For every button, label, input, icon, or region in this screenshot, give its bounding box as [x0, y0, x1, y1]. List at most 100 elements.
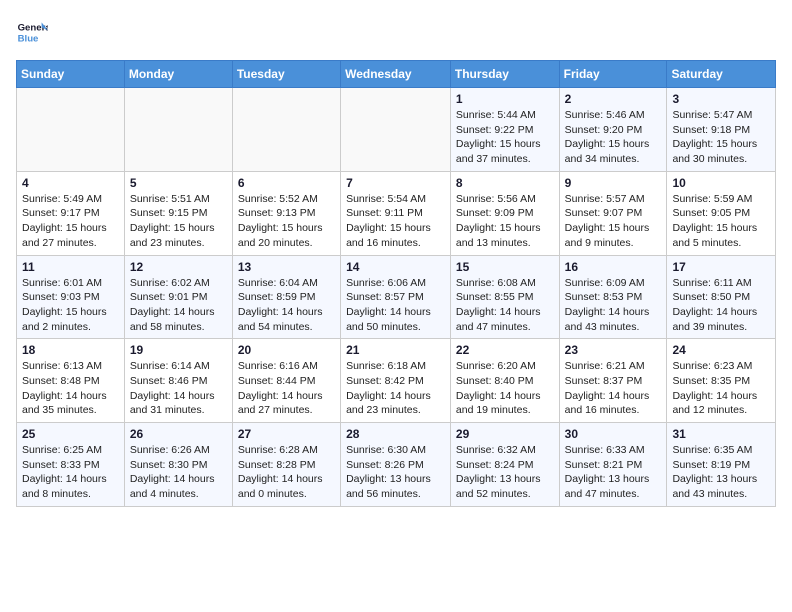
calendar-day-cell: 25Sunrise: 6:25 AMSunset: 8:33 PMDayligh…: [17, 423, 125, 507]
day-number: 17: [672, 260, 770, 274]
calendar-day-cell: [232, 88, 340, 172]
day-info: Sunrise: 5:44 AMSunset: 9:22 PMDaylight:…: [456, 108, 554, 167]
calendar-week-row: 11Sunrise: 6:01 AMSunset: 9:03 PMDayligh…: [17, 255, 776, 339]
page-header: General Blue: [16, 16, 776, 48]
day-number: 27: [238, 427, 335, 441]
calendar-day-cell: 15 Sunrise: 6:08 AMSunset: 8:55 PMDayligh…: [450, 255, 559, 339]
day-number: 13: [238, 260, 335, 274]
day-info: Sunrise: 6:20 AMSunset: 8:40 PMDaylight:…: [456, 359, 554, 418]
day-number: 16: [565, 260, 662, 274]
day-number: 30: [565, 427, 662, 441]
day-info: Sunrise: 5:52 AMSunset: 9:13 PMDaylight:…: [238, 192, 335, 251]
day-info: Sunrise: 5:51 AMSunset: 9:15 PMDaylight:…: [130, 192, 227, 251]
day-number: 12: [130, 260, 227, 274]
day-number: 7: [346, 176, 445, 190]
day-info: Sunrise: 6:13 AMSunset: 8:48 PMDaylight:…: [22, 359, 119, 418]
day-number: 22: [456, 343, 554, 357]
calendar-table: SundayMondayTuesdayWednesdayThursdayFrid…: [16, 60, 776, 507]
day-info: Sunrise: 6:04 AMSunset: 8:59 PMDaylight:…: [238, 276, 335, 335]
day-info: Sunrise: 5:54 AMSunset: 9:11 PMDaylight:…: [346, 192, 445, 251]
weekday-header-tuesday: Tuesday: [232, 61, 340, 88]
day-number: 6: [238, 176, 335, 190]
day-number: 10: [672, 176, 770, 190]
calendar-day-cell: 12 Sunrise: 6:02 AMSunset: 9:01 PMDayligh…: [124, 255, 232, 339]
weekday-header-monday: Monday: [124, 61, 232, 88]
calendar-day-cell: 20 Sunrise: 6:16 AMSunset: 8:44 PMDayligh…: [232, 339, 340, 423]
calendar-day-cell: [17, 88, 125, 172]
day-number: 26: [130, 427, 227, 441]
day-number: 8: [456, 176, 554, 190]
calendar-day-cell: 14Sunrise: 6:06 AMSunset: 8:57 PMDayligh…: [341, 255, 451, 339]
day-info: Sunrise: 6:33 AMSunset: 8:21 PMDaylight:…: [565, 443, 662, 502]
calendar-day-cell: 19 Sunrise: 6:14 AMSunset: 8:46 PMDayligh…: [124, 339, 232, 423]
day-info: Sunrise: 6:32 AMSunset: 8:24 PMDaylight:…: [456, 443, 554, 502]
day-number: 21: [346, 343, 445, 357]
day-info: Sunrise: 5:57 AMSunset: 9:07 PMDaylight:…: [565, 192, 662, 251]
day-number: 24: [672, 343, 770, 357]
calendar-day-cell: 29 Sunrise: 6:32 AMSunset: 8:24 PMDayligh…: [450, 423, 559, 507]
day-number: 3: [672, 92, 770, 106]
day-info: Sunrise: 6:01 AMSunset: 9:03 PMDaylight:…: [22, 276, 119, 335]
calendar-week-row: 18 Sunrise: 6:13 AMSunset: 8:48 PMDayligh…: [17, 339, 776, 423]
calendar-day-cell: 26Sunrise: 6:26 AMSunset: 8:30 PMDayligh…: [124, 423, 232, 507]
svg-text:Blue: Blue: [18, 34, 39, 45]
weekday-header-friday: Friday: [559, 61, 667, 88]
calendar-week-row: 4Sunrise: 5:49 AMSunset: 9:17 PMDaylight…: [17, 171, 776, 255]
calendar-day-cell: 3 Sunrise: 5:47 AMSunset: 9:18 PMDaylight…: [667, 88, 776, 172]
calendar-day-cell: 31 Sunrise: 6:35 AMSunset: 8:19 PMDayligh…: [667, 423, 776, 507]
day-info: Sunrise: 6:08 AMSunset: 8:55 PMDaylight:…: [456, 276, 554, 335]
day-info: Sunrise: 6:14 AMSunset: 8:46 PMDaylight:…: [130, 359, 227, 418]
day-info: Sunrise: 5:47 AMSunset: 9:18 PMDaylight:…: [672, 108, 770, 167]
day-number: 28: [346, 427, 445, 441]
calendar-week-row: 25Sunrise: 6:25 AMSunset: 8:33 PMDayligh…: [17, 423, 776, 507]
calendar-day-cell: 11Sunrise: 6:01 AMSunset: 9:03 PMDayligh…: [17, 255, 125, 339]
calendar-day-cell: 7 Sunrise: 5:54 AMSunset: 9:11 PMDaylight…: [341, 171, 451, 255]
day-number: 29: [456, 427, 554, 441]
calendar-day-cell: [341, 88, 451, 172]
day-number: 23: [565, 343, 662, 357]
day-number: 31: [672, 427, 770, 441]
day-number: 25: [22, 427, 119, 441]
weekday-header-row: SundayMondayTuesdayWednesdayThursdayFrid…: [17, 61, 776, 88]
weekday-header-wednesday: Wednesday: [341, 61, 451, 88]
day-info: Sunrise: 6:23 AMSunset: 8:35 PMDaylight:…: [672, 359, 770, 418]
calendar-day-cell: 1 Sunrise: 5:44 AMSunset: 9:22 PMDaylight…: [450, 88, 559, 172]
day-info: Sunrise: 5:46 AMSunset: 9:20 PMDaylight:…: [565, 108, 662, 167]
day-info: Sunrise: 5:56 AMSunset: 9:09 PMDaylight:…: [456, 192, 554, 251]
calendar-day-cell: 27Sunrise: 6:28 AMSunset: 8:28 PMDayligh…: [232, 423, 340, 507]
weekday-header-sunday: Sunday: [17, 61, 125, 88]
calendar-day-cell: 28 Sunrise: 6:30 AMSunset: 8:26 PMDayligh…: [341, 423, 451, 507]
day-number: 9: [565, 176, 662, 190]
day-info: Sunrise: 6:18 AMSunset: 8:42 PMDaylight:…: [346, 359, 445, 418]
day-info: Sunrise: 6:02 AMSunset: 9:01 PMDaylight:…: [130, 276, 227, 335]
day-info: Sunrise: 6:30 AMSunset: 8:26 PMDaylight:…: [346, 443, 445, 502]
day-info: Sunrise: 6:11 AMSunset: 8:50 PMDaylight:…: [672, 276, 770, 335]
calendar-day-cell: 16Sunrise: 6:09 AMSunset: 8:53 PMDayligh…: [559, 255, 667, 339]
calendar-day-cell: 30 Sunrise: 6:33 AMSunset: 8:21 PMDayligh…: [559, 423, 667, 507]
day-info: Sunrise: 5:49 AMSunset: 9:17 PMDaylight:…: [22, 192, 119, 251]
weekday-header-thursday: Thursday: [450, 61, 559, 88]
day-info: Sunrise: 5:59 AMSunset: 9:05 PMDaylight:…: [672, 192, 770, 251]
calendar-day-cell: 8 Sunrise: 5:56 AMSunset: 9:09 PMDaylight…: [450, 171, 559, 255]
calendar-day-cell: 18 Sunrise: 6:13 AMSunset: 8:48 PMDayligh…: [17, 339, 125, 423]
calendar-day-cell: 6 Sunrise: 5:52 AMSunset: 9:13 PMDaylight…: [232, 171, 340, 255]
calendar-day-cell: 5 Sunrise: 5:51 AMSunset: 9:15 PMDaylight…: [124, 171, 232, 255]
day-number: 2: [565, 92, 662, 106]
day-number: 18: [22, 343, 119, 357]
day-number: 5: [130, 176, 227, 190]
day-info: Sunrise: 6:21 AMSunset: 8:37 PMDaylight:…: [565, 359, 662, 418]
day-number: 19: [130, 343, 227, 357]
calendar-day-cell: 9 Sunrise: 5:57 AMSunset: 9:07 PMDaylight…: [559, 171, 667, 255]
day-number: 15: [456, 260, 554, 274]
day-number: 20: [238, 343, 335, 357]
day-info: Sunrise: 6:06 AMSunset: 8:57 PMDaylight:…: [346, 276, 445, 335]
calendar-day-cell: [124, 88, 232, 172]
calendar-day-cell: 17 Sunrise: 6:11 AMSunset: 8:50 PMDayligh…: [667, 255, 776, 339]
calendar-day-cell: 22 Sunrise: 6:20 AMSunset: 8:40 PMDayligh…: [450, 339, 559, 423]
calendar-day-cell: 4Sunrise: 5:49 AMSunset: 9:17 PMDaylight…: [17, 171, 125, 255]
day-info: Sunrise: 6:16 AMSunset: 8:44 PMDaylight:…: [238, 359, 335, 418]
calendar-day-cell: 10 Sunrise: 5:59 AMSunset: 9:05 PMDayligh…: [667, 171, 776, 255]
day-info: Sunrise: 6:35 AMSunset: 8:19 PMDaylight:…: [672, 443, 770, 502]
calendar-day-cell: 21 Sunrise: 6:18 AMSunset: 8:42 PMDayligh…: [341, 339, 451, 423]
day-number: 1: [456, 92, 554, 106]
